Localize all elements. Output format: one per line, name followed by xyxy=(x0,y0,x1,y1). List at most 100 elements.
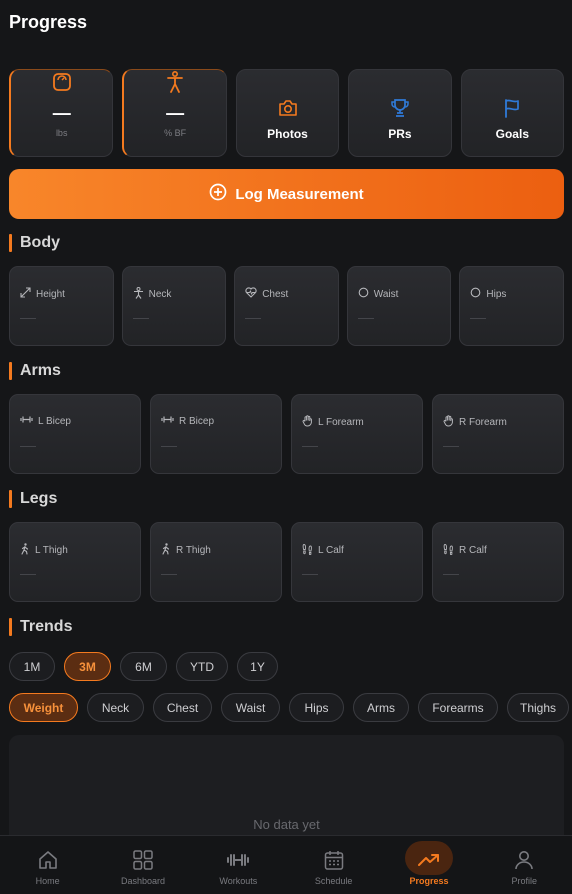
calendar-icon xyxy=(323,848,345,872)
goals-link-card[interactable]: Goals xyxy=(460,69,565,157)
hand-icon xyxy=(443,415,454,430)
nav-profile-label: Profile xyxy=(511,876,538,886)
nav-profile[interactable]: Profile xyxy=(477,836,572,894)
photos-label: Photos xyxy=(267,127,308,141)
bottom-navigation: Home Dashboard Workouts Schedule Progres… xyxy=(0,835,572,894)
page-title: Progress xyxy=(9,12,88,32)
heart-icon xyxy=(245,287,257,301)
nav-progress-label: Progress xyxy=(409,876,449,886)
waist-value-placeholder xyxy=(357,318,374,319)
hand-icon xyxy=(302,415,313,430)
metric-chip-forearms[interactable]: Forearms xyxy=(418,693,498,722)
prs-link-card[interactable]: PRs xyxy=(348,69,452,157)
trends-section-title: Trends xyxy=(20,618,73,635)
nav-progress[interactable]: Progress xyxy=(381,836,476,894)
r-thigh-card[interactable]: R Thigh xyxy=(150,522,282,602)
metric-chip-hips[interactable]: Hips xyxy=(289,693,344,722)
nav-schedule[interactable]: Schedule xyxy=(286,836,381,894)
photos-link-card[interactable]: Photos xyxy=(235,69,340,157)
height-card[interactable]: Height xyxy=(9,266,114,346)
height-label: Height xyxy=(36,288,65,300)
range-chip-3m[interactable]: 3M xyxy=(64,652,111,681)
l-bicep-value-placeholder xyxy=(20,446,36,447)
section-accent-bar xyxy=(9,618,12,636)
section-accent-bar xyxy=(9,362,12,380)
metric-chip-waist[interactable]: Waist xyxy=(221,693,280,722)
l-forearm-card[interactable]: L Forearm xyxy=(291,394,423,474)
hips-card[interactable]: Hips xyxy=(459,266,564,346)
nav-workouts-label: Workouts xyxy=(219,876,258,886)
footprints-icon xyxy=(443,543,454,558)
neck-label: Neck xyxy=(148,289,172,300)
legs-section-header: Legs xyxy=(9,490,57,508)
chest-card[interactable]: Chest xyxy=(234,266,339,346)
scale-icon xyxy=(52,70,72,94)
flag-icon xyxy=(502,96,522,120)
l-calf-value-placeholder xyxy=(302,574,318,575)
plus-circle-icon xyxy=(209,183,227,205)
nav-workouts[interactable]: Workouts xyxy=(191,836,286,894)
goals-label: Goals xyxy=(495,127,529,141)
camera-icon xyxy=(278,96,298,120)
r-forearm-label: R Forearm xyxy=(459,417,507,428)
section-accent-bar xyxy=(9,490,12,508)
r-calf-card[interactable]: R Calf xyxy=(432,522,564,602)
r-thigh-value-placeholder xyxy=(161,574,177,575)
height-value-placeholder xyxy=(20,318,36,319)
bodyfat-stat-card[interactable]: — % BF xyxy=(122,69,227,157)
body-section-title: Body xyxy=(20,234,60,251)
r-thigh-label: R Thigh xyxy=(176,545,211,556)
l-bicep-label: L Bicep xyxy=(38,415,71,427)
neck-card[interactable]: Neck xyxy=(121,266,227,346)
walking-icon xyxy=(161,543,171,558)
legs-section-title: Legs xyxy=(20,490,58,507)
body-measurements: Height Neck Chest Waist Hips xyxy=(9,266,564,346)
weight-stat-card[interactable]: — lbs xyxy=(9,69,114,157)
body-figure-icon xyxy=(165,70,185,94)
range-selector: 1M 3M 6M YTD 1Y xyxy=(9,652,278,681)
l-forearm-value-placeholder xyxy=(302,446,318,447)
range-chip-ytd[interactable]: YTD xyxy=(176,652,228,681)
dashboard-grid-icon xyxy=(132,848,154,872)
metric-chip-chest[interactable]: Chest xyxy=(153,693,212,722)
r-bicep-label: R Bicep xyxy=(179,415,215,427)
l-bicep-card[interactable]: L Bicep xyxy=(9,394,141,474)
dumbbell-icon xyxy=(20,415,33,427)
range-chip-1m[interactable]: 1M xyxy=(9,652,55,681)
nav-schedule-label: Schedule xyxy=(314,876,353,886)
l-thigh-value-placeholder xyxy=(20,574,36,575)
walking-icon xyxy=(20,543,30,558)
home-icon xyxy=(37,848,59,872)
nav-dashboard[interactable]: Dashboard xyxy=(95,836,190,894)
waist-card[interactable]: Waist xyxy=(346,266,452,346)
metric-chip-thighs[interactable]: Thighs xyxy=(507,693,569,722)
trends-section-header: Trends xyxy=(9,618,72,636)
l-calf-card[interactable]: L Calf xyxy=(291,522,423,602)
circle-icon xyxy=(470,287,481,301)
arms-section-header: Arms xyxy=(9,362,61,380)
metric-chip-weight[interactable]: Weight xyxy=(9,693,78,722)
dumbbell-icon xyxy=(226,848,250,872)
r-bicep-value-placeholder xyxy=(161,446,177,447)
nav-dashboard-label: Dashboard xyxy=(120,876,165,886)
l-calf-label: L Calf xyxy=(318,545,344,556)
r-bicep-card[interactable]: R Bicep xyxy=(150,394,282,474)
bodyfat-value: — xyxy=(166,103,185,123)
metric-chip-arms[interactable]: Arms xyxy=(353,693,409,722)
r-forearm-card[interactable]: R Forearm xyxy=(432,394,564,474)
prs-label: PRs xyxy=(388,127,412,141)
legs-measurements: L Thigh R Thigh L Calf R Calf xyxy=(9,522,564,602)
l-thigh-card[interactable]: L Thigh xyxy=(9,522,141,602)
range-chip-6m[interactable]: 6M xyxy=(120,652,167,681)
hips-value-placeholder xyxy=(470,318,487,319)
hips-label: Hips xyxy=(486,288,507,300)
l-forearm-label: L Forearm xyxy=(318,417,364,428)
chest-label: Chest xyxy=(262,288,289,300)
nav-home[interactable]: Home xyxy=(0,836,95,894)
metric-chip-neck[interactable]: Neck xyxy=(87,693,144,722)
log-measurement-label: Log Measurement xyxy=(235,185,364,203)
body-section-header: Body xyxy=(9,234,60,252)
range-chip-1y[interactable]: 1Y xyxy=(237,652,278,681)
footprints-icon xyxy=(302,543,313,558)
log-measurement-button[interactable]: Log Measurement xyxy=(9,169,564,219)
